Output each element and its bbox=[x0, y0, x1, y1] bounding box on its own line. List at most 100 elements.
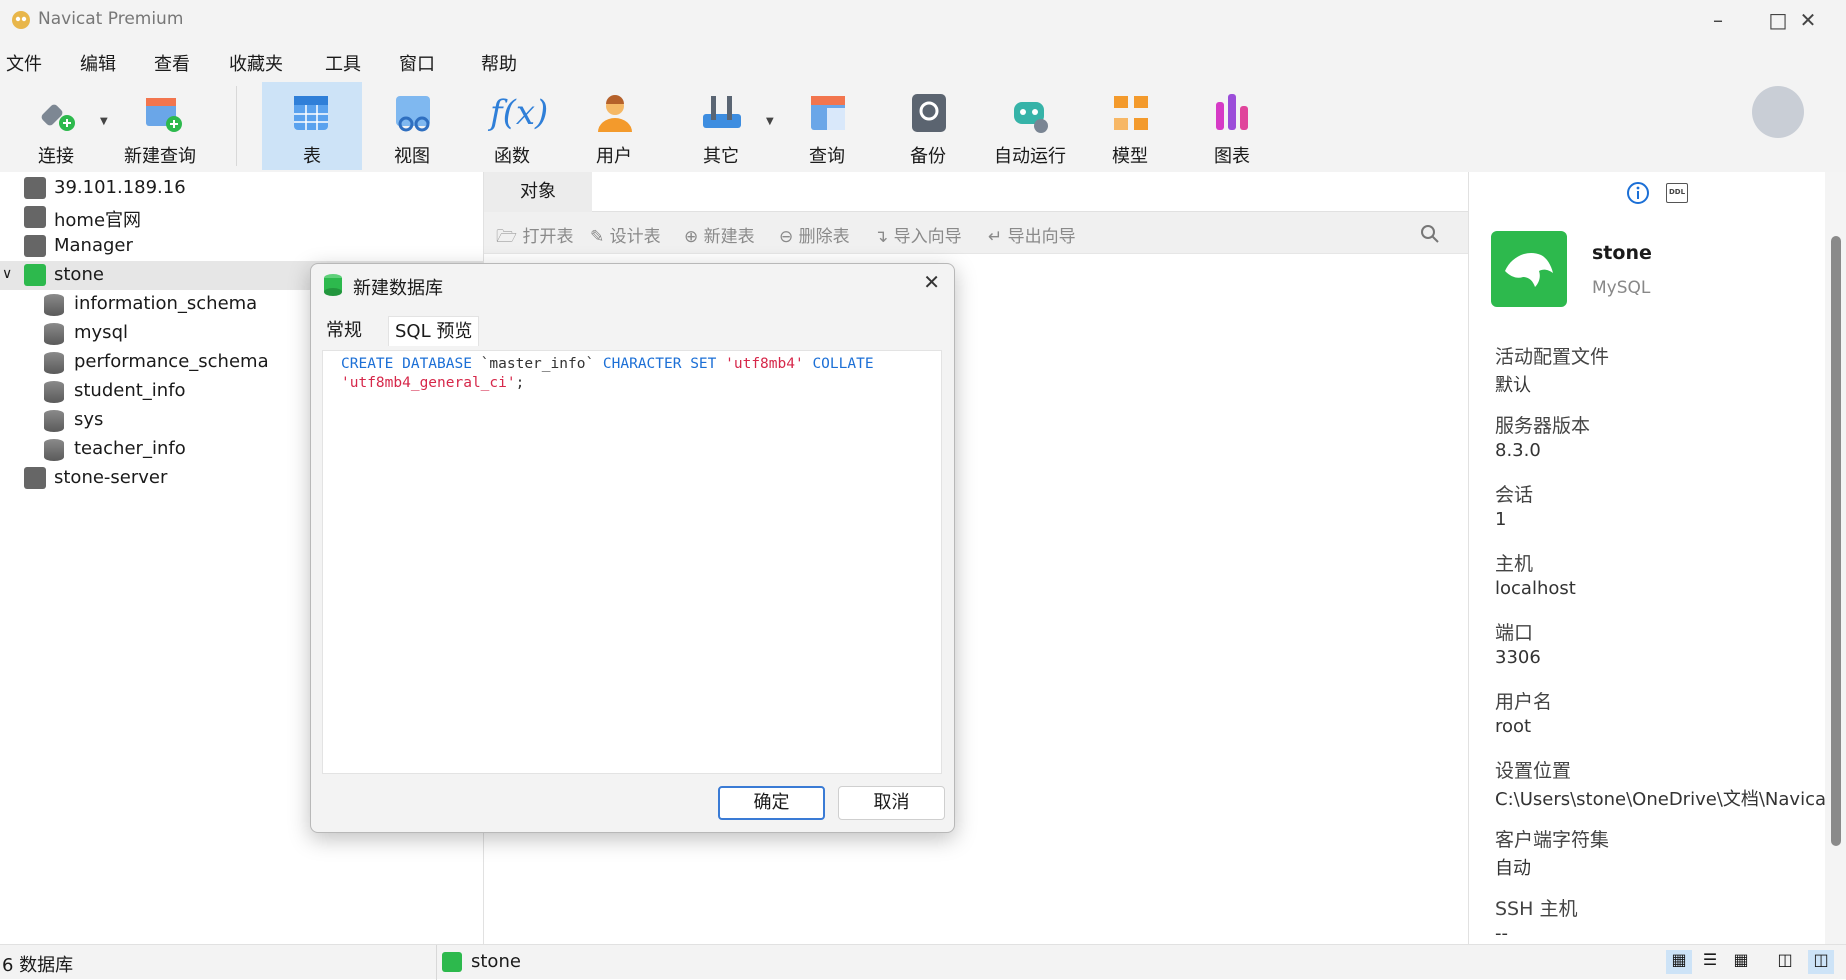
tree-connection[interactable]: home官网 bbox=[0, 203, 484, 232]
title-bar: Navicat Premium – □ ✕ bbox=[0, 0, 1846, 40]
database-label: student_info bbox=[74, 380, 186, 401]
open-table-button[interactable]: 🗁 打开表 bbox=[496, 222, 573, 253]
database-green-icon bbox=[324, 274, 342, 296]
open-table-label: 打开表 bbox=[522, 227, 574, 247]
minimize-button[interactable]: – bbox=[1688, 4, 1748, 36]
info-value: 8.3.0 bbox=[1495, 440, 1541, 461]
scrollbar-thumb[interactable] bbox=[1831, 236, 1841, 846]
design-table-label: 设计表 bbox=[609, 227, 661, 247]
window-title: Navicat Premium bbox=[38, 9, 184, 29]
connection-label: 39.101.189.16 bbox=[54, 177, 186, 198]
delete-table-label: 删除表 bbox=[798, 227, 850, 247]
info-value: 默认 bbox=[1495, 375, 1531, 396]
chevron-down-icon[interactable]: ∨ bbox=[2, 266, 12, 282]
tab-sql-preview[interactable]: SQL 预览 bbox=[388, 316, 480, 346]
mysql-connection-icon bbox=[24, 264, 46, 286]
backup-icon bbox=[912, 94, 946, 132]
new-table-button[interactable]: ⊕ 新建表 bbox=[684, 222, 755, 247]
database-label: performance_schema bbox=[74, 351, 269, 372]
tool-new-query[interactable]: 新建查询 bbox=[114, 82, 206, 170]
new-query-icon bbox=[146, 98, 182, 132]
menu-edit[interactable]: 编辑 bbox=[80, 50, 116, 76]
tool-backup[interactable]: 备份 bbox=[880, 82, 976, 170]
user-icon bbox=[598, 95, 632, 132]
import-wizard-button[interactable]: ↴ 导入向导 bbox=[874, 222, 962, 247]
info-value: 1 bbox=[1495, 509, 1507, 530]
tool-new-query-label: 新建查询 bbox=[124, 146, 196, 167]
new-database-dialog: 新建数据库 ✕ 常规 SQL 预览 CREATE DATABASE `maste… bbox=[310, 263, 955, 833]
other-dropdown-icon[interactable]: ▼ bbox=[766, 116, 774, 127]
main-toolbar: 连接 ▼ 新建查询 表 视图 f(x) 函数 用户 其它 ▼ 查询 备份 自动运… bbox=[0, 80, 1846, 172]
ok-button[interactable]: 确定 bbox=[718, 786, 825, 820]
tool-model[interactable]: 模型 bbox=[1082, 82, 1178, 170]
view-icon bbox=[396, 96, 430, 132]
tree-connection[interactable]: Manager bbox=[0, 232, 484, 261]
sql-preview-text[interactable]: CREATE DATABASE `master_info` CHARACTER … bbox=[322, 350, 942, 774]
tab-strip bbox=[592, 172, 1468, 212]
toggle-left-panel-icon[interactable]: ◫ bbox=[1772, 950, 1798, 974]
database-icon bbox=[44, 381, 64, 403]
info-icon[interactable] bbox=[1626, 181, 1650, 205]
dialog-close-icon[interactable]: ✕ bbox=[923, 270, 940, 294]
info-value: root bbox=[1495, 716, 1532, 737]
design-table-button[interactable]: ✎ 设计表 bbox=[590, 222, 661, 247]
import-wizard-label: 导入向导 bbox=[893, 227, 962, 247]
delete-table-button[interactable]: ⊖ 删除表 bbox=[779, 222, 850, 247]
scrollbar[interactable] bbox=[1825, 172, 1846, 944]
sql-string: 'utf8mb4_general_ci' bbox=[341, 375, 516, 391]
mysql-connection-icon bbox=[24, 235, 46, 257]
menu-view[interactable]: 查看 bbox=[154, 50, 190, 76]
export-wizard-button[interactable]: ↵ 导出向导 bbox=[988, 222, 1076, 247]
sql-keyword: CREATE DATABASE bbox=[341, 356, 472, 372]
connection-label: stone-server bbox=[54, 467, 168, 488]
toggle-right-panel-icon[interactable]: ◫ bbox=[1808, 950, 1834, 974]
grid-view-icon[interactable]: ▦ bbox=[1666, 950, 1692, 974]
mysql-connection-icon bbox=[442, 952, 462, 972]
menu-tools[interactable]: 工具 bbox=[325, 50, 361, 76]
tool-other-label: 其它 bbox=[703, 146, 739, 167]
info-value: 3306 bbox=[1495, 647, 1541, 668]
info-key: 会话 bbox=[1495, 484, 1534, 506]
export-wizard-label: 导出向导 bbox=[1007, 227, 1076, 247]
function-icon: f(x) bbox=[490, 93, 549, 133]
tool-automation[interactable]: 自动运行 bbox=[980, 82, 1080, 170]
robot-icon bbox=[1014, 102, 1048, 133]
tool-view[interactable]: 视图 bbox=[364, 82, 460, 170]
connect-dropdown-icon[interactable]: ▼ bbox=[100, 116, 108, 127]
close-button[interactable]: ✕ bbox=[1778, 4, 1838, 36]
chart-icon bbox=[1216, 94, 1248, 130]
tool-model-label: 模型 bbox=[1112, 146, 1148, 167]
sql-keyword: COLLATE bbox=[812, 356, 874, 372]
tool-query[interactable]: 查询 bbox=[779, 82, 875, 170]
tool-user[interactable]: 用户 bbox=[566, 82, 662, 170]
menu-window[interactable]: 窗口 bbox=[399, 50, 435, 76]
detail-view-icon[interactable]: ▦ bbox=[1728, 950, 1754, 974]
tab-general[interactable]: 常规 bbox=[320, 316, 368, 346]
table-icon bbox=[294, 96, 328, 130]
toolbar-divider bbox=[236, 86, 237, 166]
menu-file[interactable]: 文件 bbox=[6, 50, 42, 76]
status-connection: stone bbox=[471, 951, 521, 972]
tool-function[interactable]: f(x) 函数 bbox=[464, 82, 560, 170]
info-key: 用户名 bbox=[1495, 691, 1553, 713]
tree-connection[interactable]: 39.101.189.16 bbox=[0, 174, 484, 203]
mysql-dolphin-icon bbox=[1491, 231, 1567, 307]
tool-other[interactable]: 其它 bbox=[673, 82, 769, 170]
info-key: 服务器版本 bbox=[1495, 415, 1591, 437]
avatar[interactable] bbox=[1752, 86, 1804, 138]
tab-objects[interactable]: 对象 bbox=[484, 172, 592, 212]
database-label: teacher_info bbox=[74, 438, 186, 459]
search-icon[interactable] bbox=[1420, 224, 1440, 244]
menu-favorites[interactable]: 收藏夹 bbox=[229, 50, 283, 76]
list-view-icon[interactable]: ☰ bbox=[1697, 950, 1723, 974]
tool-chart[interactable]: 图表 bbox=[1184, 82, 1280, 170]
tool-table-label: 表 bbox=[303, 146, 321, 167]
menu-help[interactable]: 帮助 bbox=[481, 50, 517, 76]
cancel-button[interactable]: 取消 bbox=[838, 786, 945, 820]
object-toolbar: 🗁 打开表 ✎ 设计表 ⊕ 新建表 ⊖ 删除表 ↴ 导入向导 ↵ 导出向导 bbox=[484, 212, 1468, 254]
tool-connect[interactable]: 连接 bbox=[8, 82, 104, 170]
ddl-icon[interactable]: DDL bbox=[1666, 183, 1688, 203]
mysql-connection-icon bbox=[24, 467, 46, 489]
tool-table[interactable]: 表 bbox=[262, 82, 362, 170]
connection-type: MySQL bbox=[1592, 278, 1651, 298]
